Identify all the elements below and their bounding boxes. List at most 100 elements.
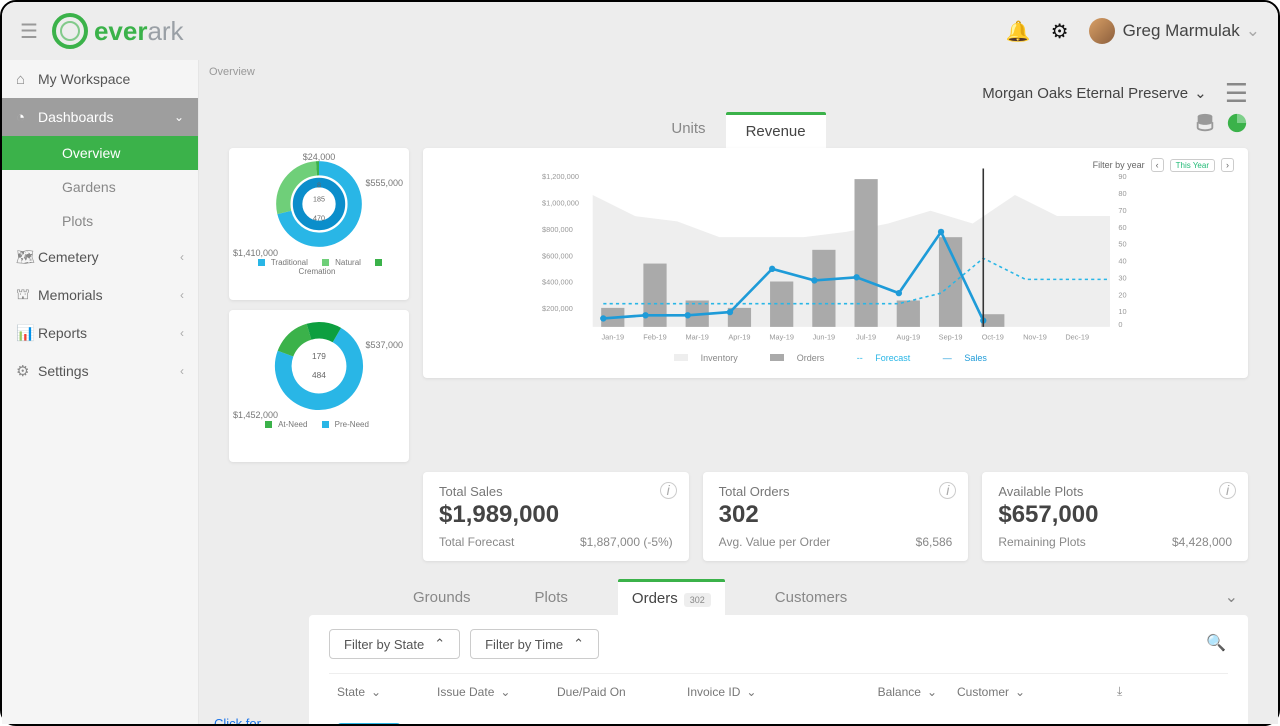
sidebar-item-workspace[interactable]: ⌂ My Workspace <box>2 60 198 98</box>
svg-text:Aug-19: Aug-19 <box>896 333 920 342</box>
sidebar-sub-gardens[interactable]: Gardens <box>2 170 198 204</box>
svg-text:Oct-19: Oct-19 <box>982 333 1004 342</box>
col-issue[interactable]: Issue Date ⌄ <box>437 684 557 699</box>
chevron-up-icon: ⌃ <box>573 636 584 652</box>
sidebar-sub-plots[interactable]: Plots <box>2 204 198 238</box>
brand-ever: ever <box>94 16 148 47</box>
svg-text:70: 70 <box>1118 206 1126 215</box>
svg-text:Nov-19: Nov-19 <box>1023 333 1047 342</box>
svg-text:Dec-19: Dec-19 <box>1065 333 1089 342</box>
sidebar-label: Dashboards <box>38 109 114 125</box>
tab-plots[interactable]: Plots <box>521 581 582 614</box>
info-icon[interactable]: i <box>1219 482 1236 499</box>
svg-text:50: 50 <box>1118 240 1126 249</box>
download-icon[interactable]: ⤓ <box>1117 684 1147 699</box>
orders-badge: 302 <box>684 593 711 607</box>
svg-text:185: 185 <box>313 196 325 204</box>
svg-text:40: 40 <box>1118 257 1126 266</box>
svg-text:8: 8 <box>317 181 321 189</box>
search-icon[interactable]: 🔍 <box>1206 633 1226 653</box>
table-row[interactable]: Sent 09/12/2019 Due in 15 days INV0004 $… <box>329 709 1228 724</box>
year-prev-button[interactable]: ‹ <box>1151 158 1164 172</box>
tab-units[interactable]: Units <box>651 112 725 148</box>
tab-orders[interactable]: Orders302 <box>618 579 725 615</box>
svg-text:90: 90 <box>1118 172 1126 181</box>
donut-legend: Traditional Natural Cremation <box>235 258 403 276</box>
year-current-button[interactable]: This Year <box>1170 159 1215 172</box>
chart-legend: Inventory Orders -- Forecast — Sales <box>437 353 1234 363</box>
svg-text:0: 0 <box>1118 320 1122 329</box>
svg-text:80: 80 <box>1118 189 1126 198</box>
chevron-right-icon: ‹ <box>180 326 184 340</box>
logo[interactable]: everark <box>52 13 184 49</box>
col-due[interactable]: Due/Paid On <box>557 684 687 699</box>
sidebar-item-memorials[interactable]: ⛫Memorials‹ <box>2 276 198 314</box>
bell-icon[interactable]: 🔔 <box>1006 19 1031 44</box>
breadcrumb: Overview <box>199 60 1278 84</box>
tab-grounds[interactable]: Grounds <box>399 581 485 614</box>
gear-icon[interactable]: ⚙ <box>1051 19 1069 44</box>
stat-total-orders: i Total Orders 302 Avg. Value per Order$… <box>703 472 969 561</box>
menu-icon[interactable]: ☰ <box>1225 88 1248 98</box>
chevron-right-icon: ‹ <box>180 250 184 264</box>
sidebar-sub-overview[interactable]: Overview <box>2 136 198 170</box>
callout-text: Click for Invoice & Customer <box>214 715 299 724</box>
table-header: State ⌄ Issue Date ⌄ Due/Paid On Invoice… <box>329 673 1228 709</box>
svg-text:$1,000,000: $1,000,000 <box>542 199 579 208</box>
svg-text:Jun-19: Jun-19 <box>813 333 836 342</box>
map-icon: 🗺 <box>16 248 38 266</box>
globe-icon <box>52 13 88 49</box>
svg-text:Sep-19: Sep-19 <box>939 333 963 342</box>
col-customer[interactable]: Customer ⌄ <box>937 684 1117 699</box>
chevron-right-icon: ‹ <box>180 288 184 302</box>
gear-icon: ⚙ <box>16 362 38 380</box>
hamburger-icon[interactable]: ☰ <box>20 19 38 44</box>
svg-text:60: 60 <box>1118 223 1126 232</box>
chevron-down-icon[interactable]: ⌄ <box>1225 587 1238 607</box>
pie-icon: ◔ <box>16 109 38 126</box>
chevron-right-icon: ‹ <box>180 364 184 378</box>
home-icon: ⌂ <box>16 71 38 88</box>
svg-text:Mar-19: Mar-19 <box>686 333 709 342</box>
avatar <box>1089 18 1115 44</box>
stat-available-plots: i Available Plots $657,000 Remaining Plo… <box>982 472 1248 561</box>
preserve-selector[interactable]: Morgan Oaks Eternal Preserve ⌄ <box>982 84 1207 102</box>
filter-time-button[interactable]: Filter by Time⌃ <box>470 629 599 659</box>
sidebar-item-settings[interactable]: ⚙Settings‹ <box>2 352 198 390</box>
col-balance[interactable]: Balance ⌄ <box>817 684 937 699</box>
tab-customers[interactable]: Customers <box>761 581 862 614</box>
info-icon[interactable]: i <box>939 482 956 499</box>
svg-text:Jul-19: Jul-19 <box>856 333 876 342</box>
tab-revenue[interactable]: Revenue <box>726 112 826 148</box>
donut-burial-type: $24,000 $555,000 $1,410,000 8 185 470 <box>229 148 409 300</box>
col-invoice[interactable]: Invoice ID ⌄ <box>687 684 817 699</box>
info-icon[interactable]: i <box>660 482 677 499</box>
status-badge: Sent <box>337 723 401 724</box>
user-menu[interactable]: Greg Marmulak ⌄ <box>1089 18 1260 44</box>
svg-text:$600,000: $600,000 <box>542 251 573 260</box>
revenue-chart: Filter by year ‹ This Year › $1,200,000 $… <box>423 148 1248 378</box>
filter-year: Filter by year ‹ This Year › <box>1093 158 1234 172</box>
chevron-down-icon: ⌄ <box>1246 21 1260 41</box>
year-next-button[interactable]: › <box>1221 158 1234 172</box>
orders-table: Click for Invoice & Customer Filter by S… <box>309 615 1248 724</box>
donut-legend: At-Need Pre-Need <box>235 420 403 429</box>
filter-state-button[interactable]: Filter by State⌃ <box>329 629 460 659</box>
sidebar-item-dashboards[interactable]: ◔ Dashboards ⌄ <box>2 98 198 136</box>
database-icon[interactable] <box>1194 112 1216 134</box>
sidebar: ⌂ My Workspace ◔ Dashboards ⌄ Overview G… <box>2 60 199 724</box>
svg-text:470: 470 <box>313 215 325 223</box>
svg-text:$1,200,000: $1,200,000 <box>542 172 579 181</box>
chevron-down-icon: ⌄ <box>1194 84 1207 102</box>
svg-text:$400,000: $400,000 <box>542 278 573 287</box>
svg-text:Jan-19: Jan-19 <box>601 333 624 342</box>
sidebar-label: My Workspace <box>38 71 130 87</box>
col-state[interactable]: State ⌄ <box>337 684 437 699</box>
pie-chart-icon[interactable] <box>1226 112 1248 134</box>
sidebar-item-cemetery[interactable]: 🗺Cemetery‹ <box>2 238 198 276</box>
chevron-down-icon: ⌄ <box>174 110 184 124</box>
sidebar-item-reports[interactable]: 📊Reports‹ <box>2 314 198 352</box>
svg-text:10: 10 <box>1118 307 1126 316</box>
svg-text:May-19: May-19 <box>769 333 794 342</box>
svg-text:30: 30 <box>1118 273 1126 282</box>
